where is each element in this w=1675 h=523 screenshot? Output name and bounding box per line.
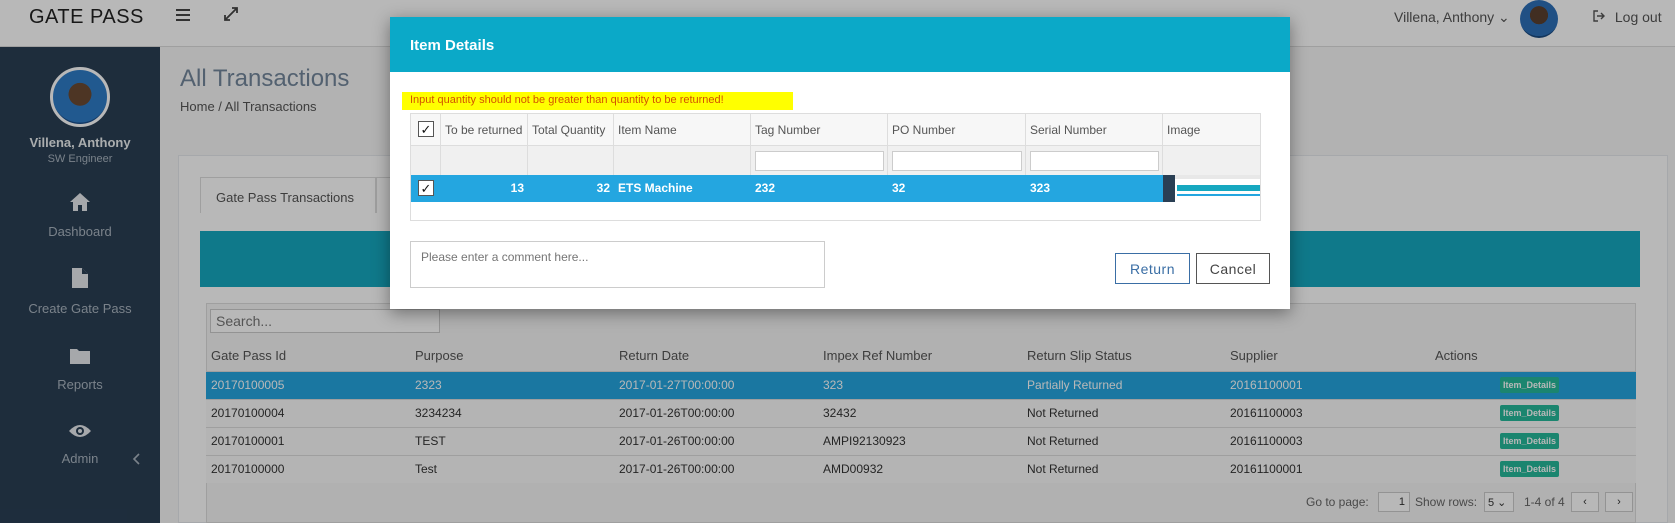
filter-row [411, 145, 1260, 176]
cell-total-quantity: 32 [596, 181, 610, 195]
serial-number-filter-input[interactable] [1030, 151, 1159, 171]
select-all-checkbox[interactable]: ✓ [418, 121, 434, 137]
row-checkbox[interactable]: ✓ [418, 180, 434, 196]
filter-cell [528, 146, 614, 176]
cell-serial-number: 323 [1030, 181, 1051, 195]
item-details-modal: Item Details Input quantity should not b… [390, 17, 1290, 309]
modal-header: Item Details [390, 17, 1290, 72]
cell-to-be-returned[interactable]: 13 [441, 181, 524, 195]
modal-title: Item Details [410, 37, 495, 54]
filter-cell [614, 146, 751, 176]
column-header-tag-number[interactable]: Tag Number [751, 114, 888, 145]
column-header-item-name[interactable]: Item Name [614, 114, 751, 145]
thumbnail-row [1177, 194, 1260, 196]
cell-item-name: ETS Machine [618, 181, 693, 195]
column-header-image[interactable]: Image [1163, 114, 1260, 145]
column-header-po-number[interactable]: PO Number [888, 114, 1026, 145]
column-header-total-quantity[interactable]: Total Quantity [528, 114, 614, 145]
filter-cell [411, 146, 441, 176]
cell-po-number: 32 [892, 181, 906, 195]
tag-number-filter-input[interactable] [755, 151, 884, 171]
po-number-filter-input[interactable] [892, 151, 1022, 171]
item-image-thumbnail[interactable] [1163, 175, 1260, 202]
thumbnail-band [1177, 185, 1260, 191]
cell-tag-number: 232 [755, 181, 776, 195]
column-header-select[interactable]: ✓ [411, 114, 441, 145]
column-header-to-be-returned[interactable]: To be returned [441, 114, 528, 145]
filter-cell [441, 146, 528, 176]
column-header-serial-number[interactable]: Serial Number [1026, 114, 1163, 145]
item-table: ✓ To be returned Total Quantity Item Nam… [410, 113, 1261, 221]
thumbnail-header [1175, 175, 1260, 179]
cancel-button[interactable]: Cancel [1196, 253, 1270, 284]
comment-textarea[interactable] [410, 241, 825, 288]
thumbnail-sidebar [1163, 175, 1175, 202]
return-button[interactable]: Return [1115, 253, 1190, 284]
table-row-selected[interactable]: ✓ 13 32 ETS Machine 232 32 323 [411, 175, 1260, 202]
validation-warning: Input quantity should not be greater tha… [402, 92, 793, 110]
